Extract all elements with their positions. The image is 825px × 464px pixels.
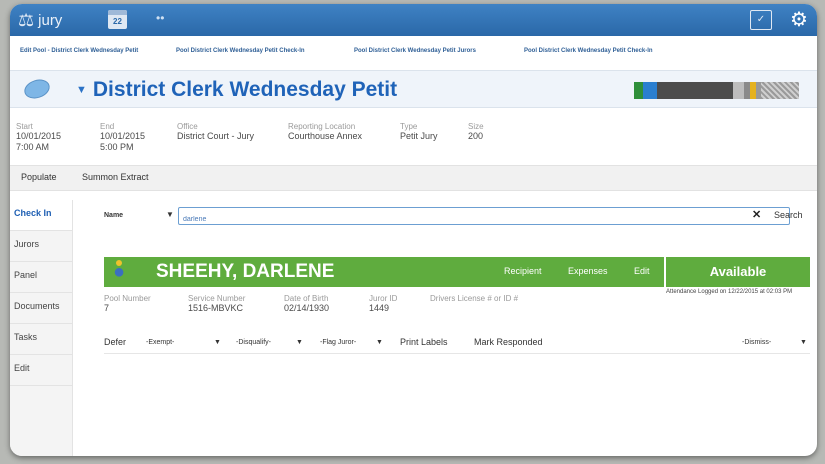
populate-button[interactable]: Populate [21,172,57,182]
attendance-note: Attendance Logged on 12/22/2015 at 02:03… [666,289,793,295]
gear-icon[interactable]: ⚙ [790,7,808,32]
status-badge: Available [666,257,810,287]
pool-icon [21,76,53,102]
defer-button[interactable]: Defer [104,337,126,347]
disqualify-select[interactable]: -Disqualify- [236,339,271,346]
juror-badge-icon: ● [108,260,130,284]
sidebar-item-check-in[interactable]: Check In [10,200,72,231]
search-field-select[interactable]: Name [104,212,123,219]
pool-status-strip [634,82,799,99]
status-segment [761,82,799,99]
caret-down-icon[interactable]: ▼ [166,210,174,219]
juror-service-number: Service Number 1516-MBVKC [188,294,246,313]
pool-actions: Populate Summon Extract [10,165,817,191]
juror-id: Juror ID 1449 [369,294,398,313]
edit-juror-link[interactable]: Edit [634,266,650,276]
expenses-link[interactable]: Expenses [568,266,608,276]
pool-reporting-location: Reporting Location Courthouse Annex [288,122,363,141]
juror-details: Pool Number 7 Service Number 1516-MBVKC … [104,290,664,324]
page-title[interactable]: ▼ District Clerk Wednesday Petit [76,76,397,104]
pool-title-bar: ▼ District Clerk Wednesday Petit [10,70,817,108]
juror-header: ● SHEEHY, DARLENE Recipient Expenses Edi… [104,257,664,287]
calendar-check-icon[interactable]: ✓ [750,10,772,30]
app-window: ⚖ jury 22 •• ✓ ⚙ Edit Pool - District Cl… [10,4,817,456]
breadcrumb: Edit Pool - District Clerk Wednesday Pet… [10,48,817,62]
sidebar-item-panel[interactable]: Panel [10,262,72,293]
sidebar-item-jurors[interactable]: Jurors [10,231,72,262]
top-bar: ⚖ jury 22 •• ✓ ⚙ [10,4,817,36]
caret-down-icon[interactable]: ▼ [296,339,303,346]
pool-info: Start 10/01/2015 7:00 AM End 10/01/2015 … [10,108,817,166]
close-icon[interactable]: ✕ [752,208,761,221]
gavel-icon: ⚖ [18,9,35,30]
print-labels-button[interactable]: Print Labels [400,337,448,347]
juror-actions: Defer -Exempt- ▼ -Disqualify- ▼ -Flag Ju… [104,335,810,354]
breadcrumb-link[interactable]: Pool District Clerk Wednesday Petit Chec… [176,48,344,62]
sidebar-item-documents[interactable]: Documents [10,293,72,324]
chevron-down-icon[interactable]: ▼ [76,84,87,96]
sidebar-item-edit[interactable]: Edit [10,355,72,386]
juror-drivers-license: Drivers License # or ID # [430,294,519,303]
exempt-select[interactable]: -Exempt- [146,339,174,346]
pool-office: Office District Court - Jury [177,122,255,141]
juror-pool-number: Pool Number 7 [104,294,151,313]
pool-start: Start 10/01/2015 7:00 AM [16,122,62,152]
mark-responded-button[interactable]: Mark Responded [474,337,543,347]
juror-name: SHEEHY, DARLENE [156,261,335,282]
caret-down-icon[interactable]: ▼ [800,339,807,346]
search-input-box[interactable] [178,207,790,228]
pool-size: Size 200 [468,122,484,141]
menu-dots-icon[interactable]: •• [156,11,164,25]
breadcrumb-link[interactable]: Pool District Clerk Wednesday Petit Chec… [524,48,653,62]
calendar-icon[interactable]: 22 [108,10,127,29]
breadcrumb-link[interactable]: Pool District Clerk Wednesday Petit Juro… [354,48,514,62]
app-name: jury [38,11,63,29]
search-button[interactable]: Search [774,210,803,220]
pool-type: Type Petit Jury [400,122,438,141]
recipient-link[interactable]: Recipient [504,266,542,276]
juror-date-of-birth: Date of Birth 02/14/1930 [284,294,330,313]
summon-extract-button[interactable]: Summon Extract [82,172,149,182]
search-input[interactable] [179,211,767,228]
sidebar-item-tasks[interactable]: Tasks [10,324,72,355]
status-segment [634,82,643,99]
search-row: Name ▼ ✕ Search [104,205,810,228]
breadcrumb-link[interactable]: Edit Pool - District Clerk Wednesday Pet… [20,48,166,62]
status-segment [733,82,744,99]
flag-juror-select[interactable]: -Flag Juror- [320,339,356,346]
caret-down-icon[interactable]: ▼ [376,339,383,346]
dismiss-select[interactable]: -Dismiss- [742,339,771,346]
sidebar: Check In Jurors Panel Documents Tasks Ed… [10,200,73,456]
status-segment [657,82,733,99]
pool-end: End 10/01/2015 5:00 PM [100,122,146,152]
app-logo[interactable]: ⚖ jury [18,9,62,31]
caret-down-icon[interactable]: ▼ [214,339,221,346]
status-segment [643,82,657,99]
